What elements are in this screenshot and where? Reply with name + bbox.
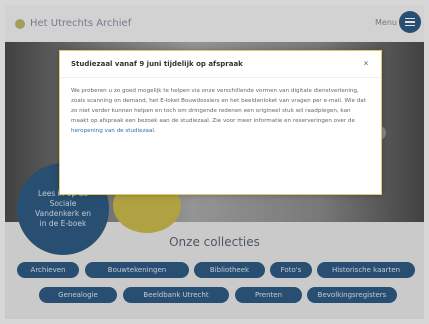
notice-dialog: Studiezaal vanaf 9 juni tijdelijk op afs… (59, 50, 382, 195)
dialog-header: Studiezaal vanaf 9 juni tijdelijk op afs… (60, 51, 381, 78)
studiezaal-link[interactable]: heropening van de studiezaal. (71, 128, 156, 134)
dialog-body-text: We proberen u zo goed mogelijk te helpen… (71, 88, 366, 124)
dialog-title: Studiezaal vanaf 9 juni tijdelijk op afs… (71, 60, 243, 68)
dialog-body: We proberen u zo goed mogelijk te helpen… (60, 78, 381, 136)
close-icon[interactable]: × (360, 58, 372, 70)
page: Het Utrechts Archief Menu Lees in op de … (5, 5, 424, 319)
